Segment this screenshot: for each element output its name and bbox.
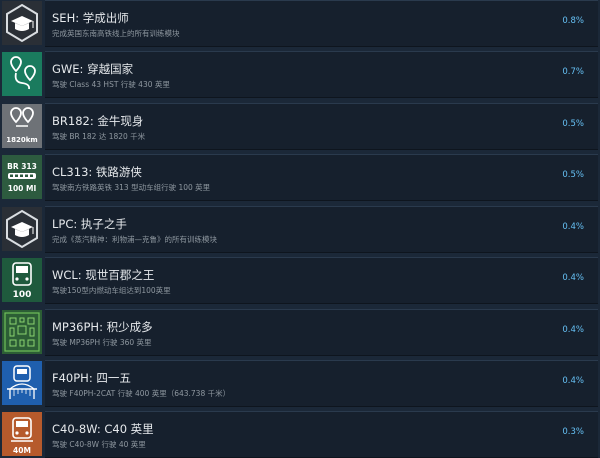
achievement-title: C40-8W: C40 英里: [52, 422, 154, 436]
achievement-row[interactable]: F40PH: 四一五 驾驶 F40PH-2CAT 行驶 400 英里（643.7…: [0, 360, 600, 407]
achievement-percent: 0.4%: [562, 222, 584, 232]
achievement-row[interactable]: GWE: 穿越国家 驾驶 Class 43 HST 行驶 430 英里 0.7%: [0, 51, 600, 98]
pixel-pattern-icon: [2, 310, 42, 354]
achievement-percent: 0.4%: [562, 273, 584, 283]
achievement-row[interactable]: 100 WCL: 现世百郡之王 驾驶150型内燃动车组达到100英里 0.4%: [0, 257, 600, 304]
svg-text:40M: 40M: [13, 446, 31, 455]
achievement-panel: C40-8W: C40 英里 驾驶 C40-8W 行驶 40 英里 0.3%: [45, 411, 598, 458]
achievement-panel: MP36PH: 积少成多 驾驶 MP36PH 行驶 360 英里 0.4%: [45, 309, 598, 356]
achievement-row[interactable]: BR 313 100 MI CL313: 铁路游侠 驾驶南方铁路英铁 313 型…: [0, 154, 600, 201]
distance-pin-icon: 1820km: [2, 104, 42, 148]
achievement-description: 完成英国东南高铁线上的所有训练模块: [52, 29, 180, 38]
achievement-percent: 0.5%: [562, 119, 584, 129]
graduation-cap-icon: [2, 1, 42, 45]
achievement-list: SEH: 学成出师 完成英国东南高铁线上的所有训练模块 0.8% GWE: 穿越…: [0, 0, 600, 458]
achievement-description: 驾驶150型内燃动车组达到100英里: [52, 286, 171, 295]
achievement-title: SEH: 学成出师: [52, 11, 129, 25]
achievement-description: 驾驶 C40-8W 行驶 40 英里: [52, 440, 146, 449]
achievement-percent: 0.8%: [562, 16, 584, 26]
graduation-cap-icon: [2, 207, 42, 251]
achievement-title: CL313: 铁路游侠: [52, 165, 142, 179]
svg-text:100: 100: [13, 290, 32, 300]
achievement-row[interactable]: 40M C40-8W: C40 英里 驾驶 C40-8W 行驶 40 英里 0.…: [0, 411, 600, 458]
achievement-description: 驾驶 MP36PH 行驶 360 英里: [52, 338, 152, 347]
achievement-panel: SEH: 学成出师 完成英国东南高铁线上的所有训练模块 0.8%: [45, 0, 598, 47]
svg-text:BR 313: BR 313: [7, 162, 37, 171]
achievement-panel: LPC: 执子之手 完成《蒸汽精神：利物浦—克鲁》的所有训练模块 0.4%: [45, 206, 598, 253]
achievement-row[interactable]: 1820km BR182: 金牛现身 驾驶 BR 182 达 1820 千米 0…: [0, 103, 600, 150]
achievement-row[interactable]: SEH: 学成出师 完成英国东南高铁线上的所有训练模块 0.8%: [0, 0, 600, 47]
achievement-percent: 0.3%: [562, 427, 584, 437]
achievement-percent: 0.4%: [562, 325, 584, 335]
achievement-description: 驾驶南方铁路英铁 313 型动车组行驶 100 英里: [52, 183, 211, 192]
achievement-percent: 0.4%: [562, 376, 584, 386]
achievement-percent: 0.5%: [562, 170, 584, 180]
achievement-percent: 0.7%: [562, 67, 584, 77]
train-mileage-icon: BR 313 100 MI: [2, 155, 42, 199]
locomotive-icon: 40M: [2, 412, 42, 456]
achievement-title: GWE: 穿越国家: [52, 62, 134, 76]
achievement-row[interactable]: MP36PH: 积少成多 驾驶 MP36PH 行驶 360 英里 0.4%: [0, 309, 600, 356]
achievement-panel: BR182: 金牛现身 驾驶 BR 182 达 1820 千米 0.5%: [45, 103, 598, 150]
achievement-description: 驾驶 Class 43 HST 行驶 430 英里: [52, 80, 170, 89]
achievement-description: 完成《蒸汽精神：利物浦—克鲁》的所有训练模块: [52, 235, 217, 244]
achievement-panel: GWE: 穿越国家 驾驶 Class 43 HST 行驶 430 英里 0.7%: [45, 51, 598, 98]
achievement-title: LPC: 执子之手: [52, 217, 127, 231]
achievement-title: MP36PH: 积少成多: [52, 320, 153, 334]
achievement-description: 驾驶 F40PH-2CAT 行驶 400 英里（643.738 千米）: [52, 389, 231, 398]
achievement-title: WCL: 现世百郡之王: [52, 268, 155, 282]
svg-text:1820km: 1820km: [6, 136, 37, 144]
achievement-title: BR182: 金牛现身: [52, 114, 144, 128]
achievement-panel: F40PH: 四一五 驾驶 F40PH-2CAT 行驶 400 英里（643.7…: [45, 360, 598, 407]
svg-text:100 MI: 100 MI: [8, 184, 37, 193]
train-front-icon: 100: [2, 258, 42, 302]
bridge-train-icon: [2, 361, 42, 405]
map-route-pins-icon: [2, 52, 42, 96]
achievement-panel: WCL: 现世百郡之王 驾驶150型内燃动车组达到100英里 0.4%: [45, 257, 598, 304]
achievement-title: F40PH: 四一五: [52, 371, 131, 385]
achievement-row[interactable]: LPC: 执子之手 完成《蒸汽精神：利物浦—克鲁》的所有训练模块 0.4%: [0, 206, 600, 253]
achievement-panel: CL313: 铁路游侠 驾驶南方铁路英铁 313 型动车组行驶 100 英里 0…: [45, 154, 598, 201]
achievement-description: 驾驶 BR 182 达 1820 千米: [52, 132, 146, 141]
